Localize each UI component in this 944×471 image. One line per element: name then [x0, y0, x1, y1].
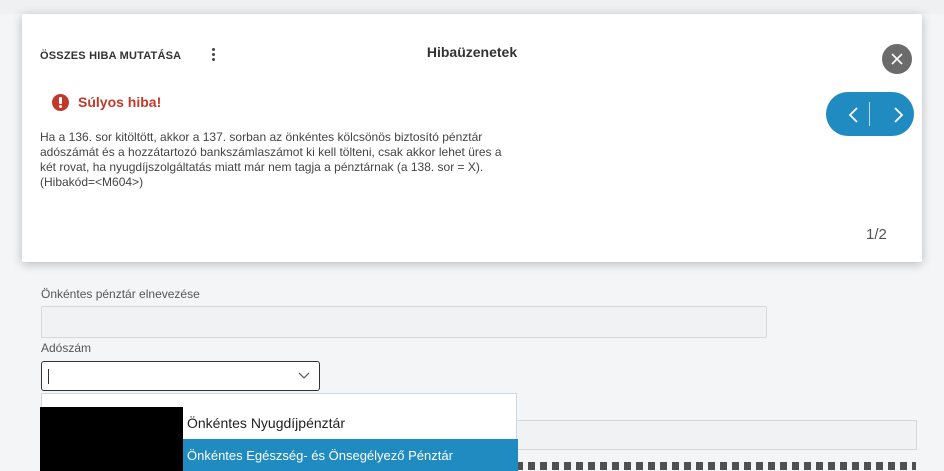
disabled-field [516, 420, 917, 450]
close-icon [891, 53, 903, 65]
dropdown-option-label: Önkéntes Nyugdíjpénztár [187, 415, 345, 431]
chevron-right-icon [894, 107, 904, 123]
bottom-cut-off-text [516, 462, 916, 470]
text-caret [48, 369, 49, 384]
error-severity: Súlyos hiba! [78, 94, 162, 110]
page-header-strip [0, 0, 944, 14]
redacted-tax-number [40, 439, 183, 471]
error-message-line: Ha a 136. sor kitöltött, akkor a 137. so… [40, 130, 483, 144]
error-message: Ha a 136. sor kitöltött, akkor a 137. so… [40, 130, 610, 190]
close-button[interactable] [882, 44, 912, 74]
dropdown-option[interactable]: Önkéntes Nyugdíjpénztár [40, 407, 518, 439]
error-counter: 1/2 [866, 226, 887, 243]
error-navigation [826, 92, 914, 136]
tax-number-select[interactable] [41, 361, 320, 391]
next-error-button[interactable] [870, 92, 914, 136]
redacted-tax-number [40, 407, 183, 439]
dropdown-option-selected[interactable]: Önkéntes Egészség- és Önsegélyező Pénztá… [40, 439, 518, 471]
error-code: (Hibakód=<M604>) [40, 175, 144, 189]
previous-error-button[interactable] [826, 92, 870, 136]
tax-number-label: Adószám [41, 341, 92, 355]
error-message-line: két rovat, ha nyugdíjszolgáltatás miatt … [40, 160, 484, 174]
fund-name-input [41, 306, 767, 338]
error-messages-panel: ÖSSZES HIBA MUTATÁSA Hibaüzenetek Súlyos… [22, 14, 922, 262]
chevron-down-icon [298, 372, 310, 379]
exclamation-circle-icon [52, 94, 69, 111]
fund-name-label: Önkéntes pénztár elnevezése [41, 287, 200, 301]
dropdown-option-label: Önkéntes Egészség- és Önsegélyező Pénztá… [187, 448, 453, 463]
panel-title: Hibaüzenetek [426, 44, 518, 60]
tax-number-dropdown: Önkéntes Nyugdíjpénztár Önkéntes Egészsé… [40, 393, 518, 471]
error-message-line: adószámát és a hozzátartozó bankszámlasz… [40, 145, 502, 159]
